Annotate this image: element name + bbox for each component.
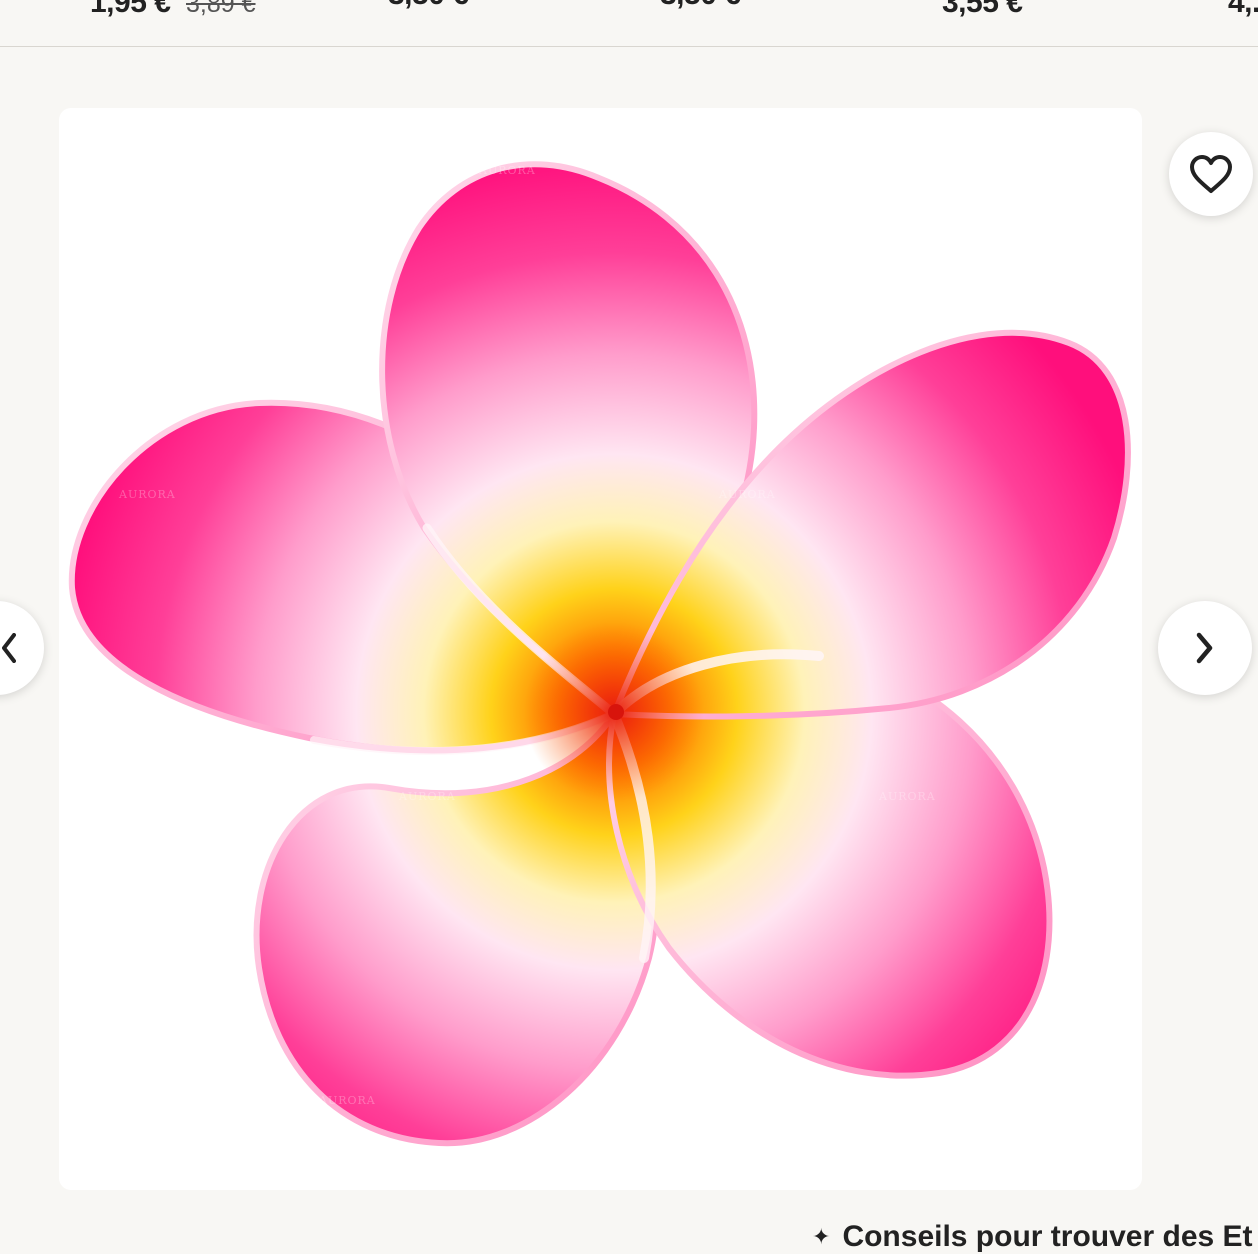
listing-price: 3,55 € <box>942 0 1023 19</box>
listing-price: 3,50 € <box>388 0 469 12</box>
watermark-text: AURORA <box>838 1094 896 1107</box>
tips-link-label: Conseils pour trouver des Et <box>842 1220 1253 1253</box>
watermark-text: AURORA <box>398 790 456 803</box>
previous-image-button[interactable] <box>0 601 44 695</box>
frangipani-flower-illustration: AURORA AURORA AURORA AURORA AURORA AUROR… <box>68 161 1131 1147</box>
watermark-text: AURORA <box>318 1094 376 1107</box>
listing-price: 3,50 € <box>660 0 741 12</box>
listing-price: 4,... <box>1228 0 1258 19</box>
product-image[interactable]: AURORA AURORA AURORA AURORA AURORA AUROR… <box>59 108 1142 1190</box>
sparkle-icon: ✦ <box>812 1224 831 1249</box>
chevron-right-icon <box>1196 632 1213 664</box>
watermark-text: AURORA <box>718 488 776 501</box>
next-image-button[interactable] <box>1158 601 1252 695</box>
watermark-text: AURORA <box>478 164 536 177</box>
watermark-text: AURORA <box>118 488 176 501</box>
listing-original-price: 3,89 € <box>186 0 256 18</box>
chevron-left-icon <box>2 633 16 663</box>
favorite-button[interactable] <box>1169 132 1253 216</box>
heart-outline-icon <box>1190 155 1232 193</box>
flower-petals <box>68 161 1131 1147</box>
price-strip: 1,95 € 3,89 € 3,50 € 3,50 € 3,55 € 4,... <box>0 0 1258 47</box>
watermark-text: AURORA <box>878 790 936 803</box>
tips-link[interactable]: ✦ Conseils pour trouver des Et <box>812 1220 1253 1253</box>
listing-price: 1,95 € <box>90 0 171 19</box>
